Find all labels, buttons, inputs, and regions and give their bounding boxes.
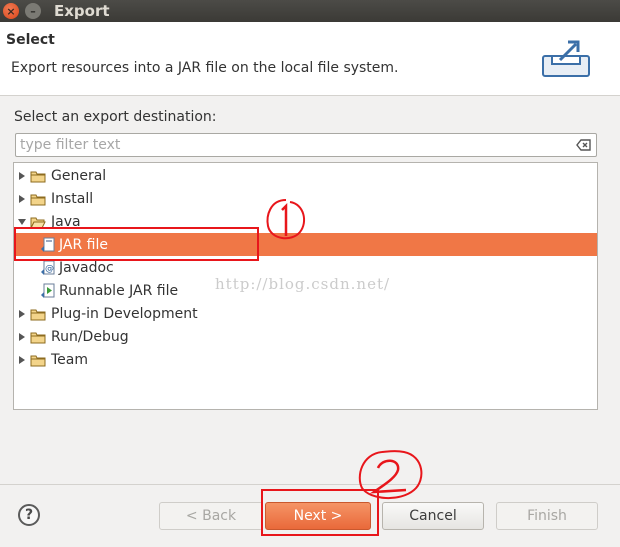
cancel-button[interactable]: Cancel — [382, 502, 484, 530]
wizard-banner: Select Export resources into a JAR file … — [0, 22, 620, 96]
tree-item-label: Runnable JAR file — [59, 282, 179, 299]
annotation-box-jar-file — [14, 227, 259, 261]
tree-item-label: Plug-in Development — [51, 305, 198, 322]
tree-item-run-debug[interactable]: Run/Debug — [14, 325, 597, 348]
collapse-arrow-icon[interactable] — [17, 217, 27, 227]
clear-filter-icon[interactable] — [576, 138, 592, 152]
javadoc-icon: @ — [41, 260, 55, 275]
folder-icon — [30, 194, 46, 205]
annotation-circle-two — [358, 450, 423, 499]
filter-field — [15, 133, 597, 157]
minimize-icon: – — [30, 4, 36, 18]
svg-text:@: @ — [45, 264, 54, 274]
help-button[interactable]: ? — [18, 504, 40, 526]
export-wizard-icon — [542, 40, 590, 77]
expand-arrow-icon[interactable] — [17, 309, 27, 319]
tree-item-label: Install — [51, 190, 94, 207]
filter-input[interactable] — [16, 134, 556, 156]
runnable-jar-icon — [41, 283, 55, 298]
destination-label: Select an export destination: — [14, 109, 217, 125]
page-title: Select — [6, 32, 55, 48]
bottom-divider — [0, 484, 620, 485]
expand-arrow-icon[interactable] — [17, 171, 27, 181]
close-icon: × — [6, 4, 16, 18]
window-title: Export — [54, 2, 110, 20]
tree-item-label: Team — [51, 351, 89, 368]
title-bar: × – Export — [0, 0, 620, 22]
folder-icon — [30, 309, 46, 320]
folder-icon — [30, 332, 46, 343]
page-description: Export resources into a JAR file on the … — [11, 60, 399, 76]
help-icon: ? — [24, 507, 34, 523]
watermark: http://blog.csdn.net/ — [215, 275, 391, 293]
expand-arrow-icon[interactable] — [17, 332, 27, 342]
tree-item-label: General — [51, 167, 107, 184]
back-button[interactable]: < Back — [159, 502, 263, 530]
minimize-window-button[interactable]: – — [25, 3, 41, 19]
expand-arrow-icon[interactable] — [17, 355, 27, 365]
tree-item-label: Run/Debug — [51, 328, 129, 345]
annotation-circle-one — [266, 199, 306, 240]
folder-icon — [30, 171, 46, 182]
close-window-button[interactable]: × — [3, 3, 19, 19]
finish-button[interactable]: Finish — [496, 502, 598, 530]
expand-arrow-icon[interactable] — [17, 194, 27, 204]
folder-icon — [30, 355, 46, 366]
tree-item-general[interactable]: General — [14, 164, 597, 187]
tree-item-label: Javadoc — [59, 259, 114, 276]
tree-item-plugin-development[interactable]: Plug-in Development — [14, 302, 597, 325]
tree-item-team[interactable]: Team — [14, 348, 597, 371]
